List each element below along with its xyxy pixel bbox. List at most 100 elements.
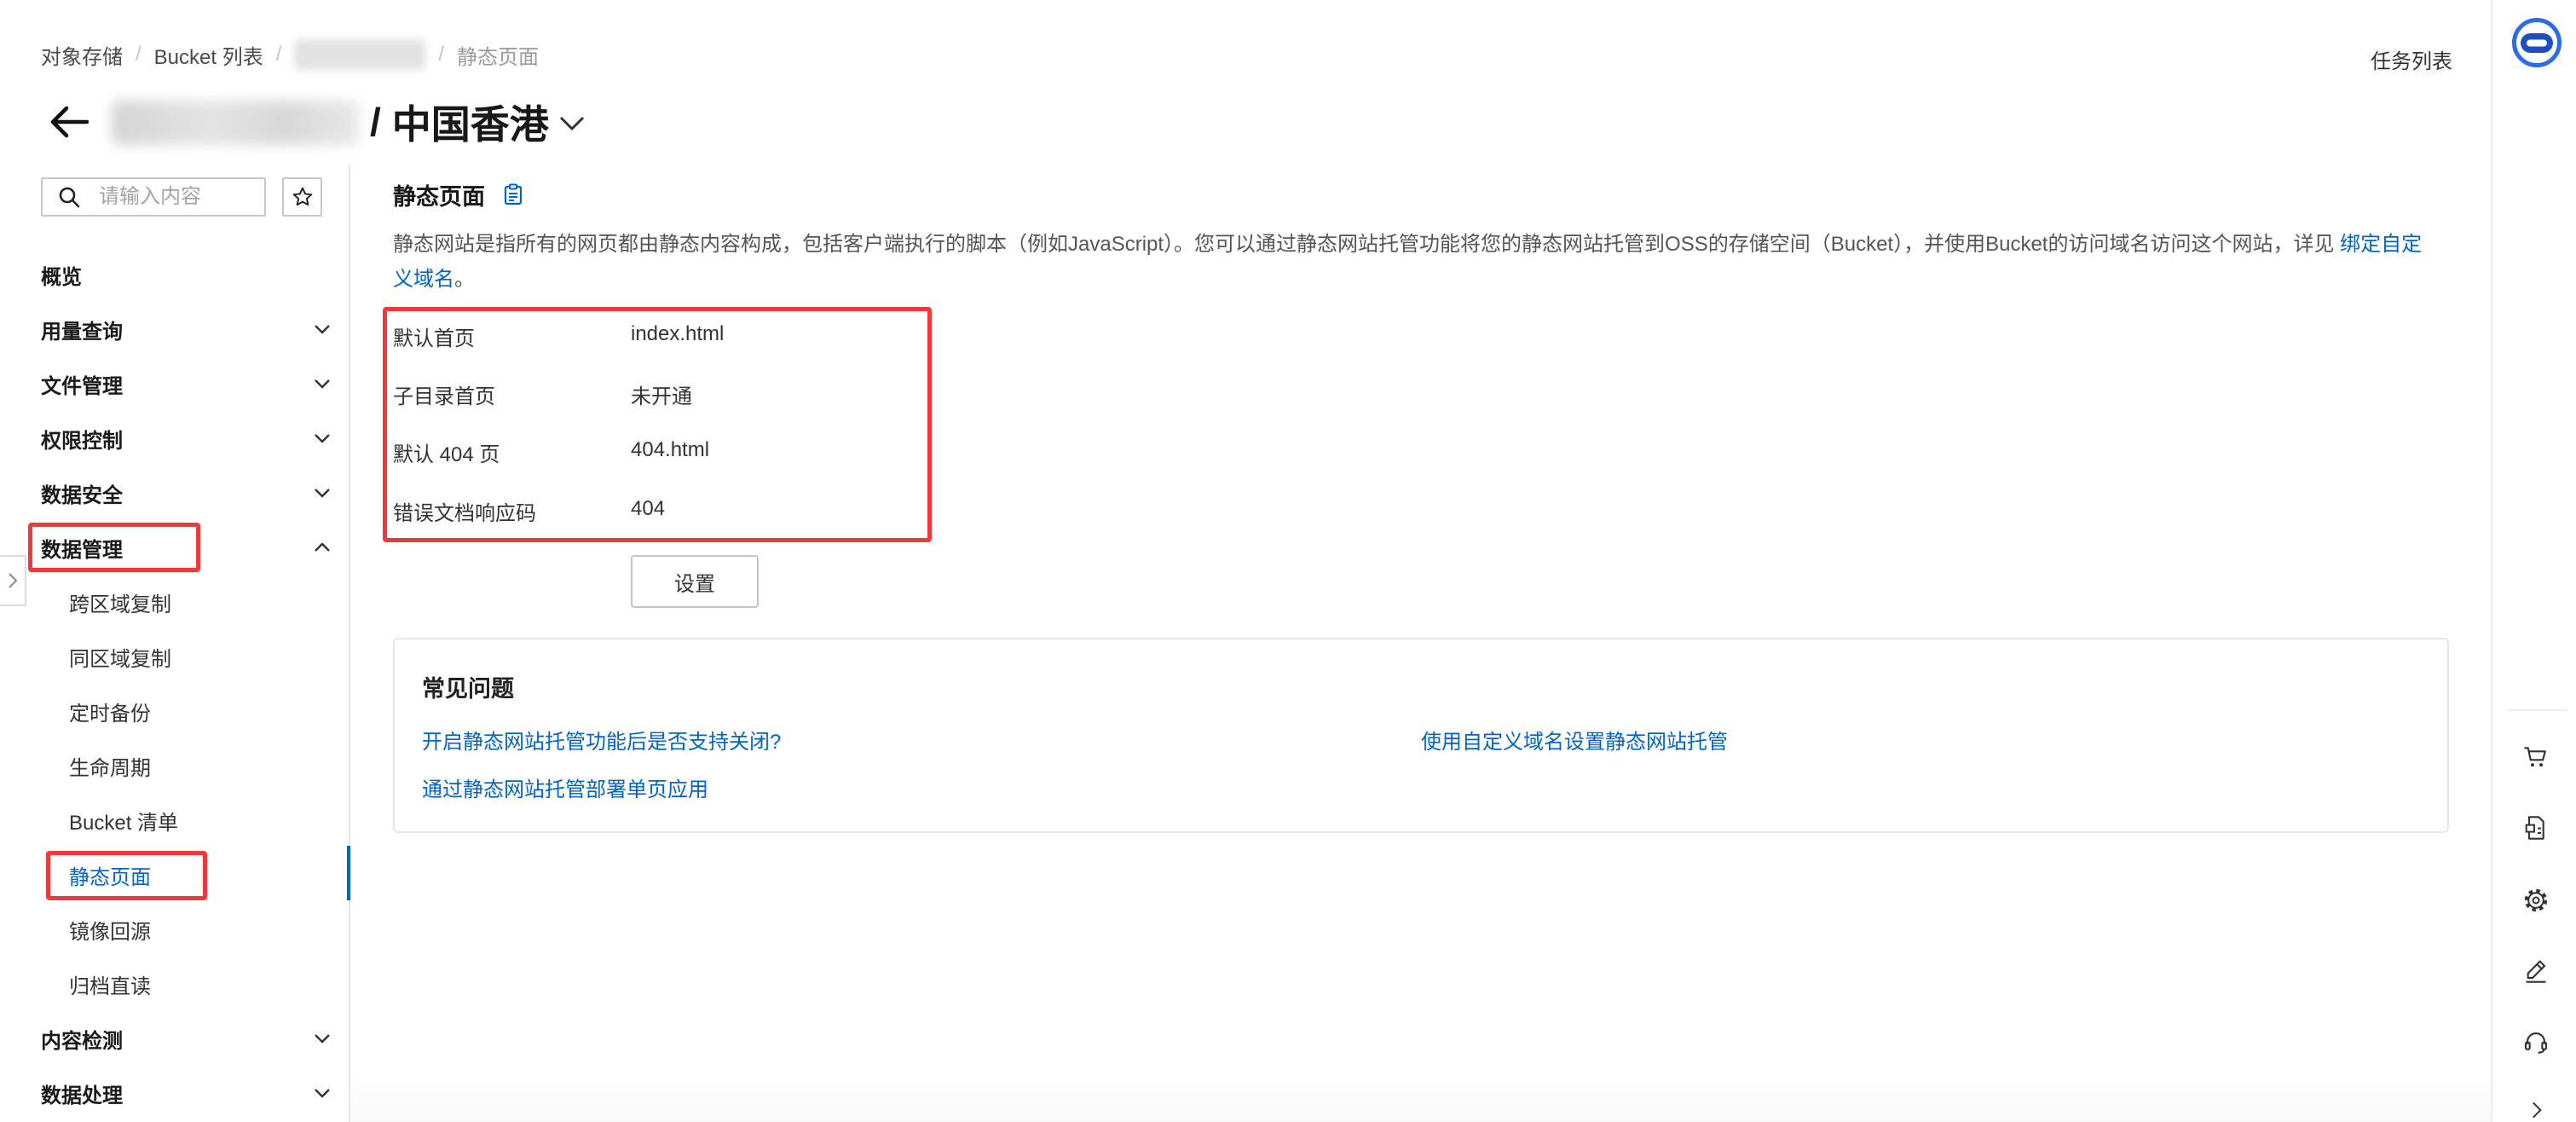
- document-icon[interactable]: [2522, 814, 2550, 842]
- headset-icon[interactable]: [2522, 1028, 2550, 1055]
- chevron-right-icon[interactable]: [2522, 1096, 2550, 1122]
- sidebar-item-overview[interactable]: 概览: [0, 247, 349, 302]
- chevron-down-icon: [313, 1087, 332, 1099]
- section-title-text: 静态页面: [393, 183, 485, 210]
- sidebar-item-label: 数据管理: [41, 538, 123, 562]
- faq-link-disable-hosting[interactable]: 开启静态网站托管功能后是否支持关闭?: [422, 725, 781, 755]
- star-icon: [292, 187, 312, 206]
- chevron-down-icon: [313, 487, 332, 499]
- sidebar-item-archive-direct-read[interactable]: 归档直读: [0, 957, 349, 1011]
- sidebar-item-bucket-inventory[interactable]: Bucket 清单: [0, 793, 349, 847]
- sidebar-item-label: 静态页面: [69, 865, 151, 889]
- sidebar-item-label: 用量查询: [41, 320, 123, 344]
- breadcrumb-object-storage[interactable]: 对象存储: [41, 40, 123, 70]
- sidebar-item-same-region-replication[interactable]: 同区域复制: [0, 629, 349, 684]
- arrow-left-icon: [50, 106, 89, 138]
- breadcrumb: 对象存储 / Bucket 列表 / / 静态页面: [41, 38, 539, 72]
- chevron-down-icon: [313, 378, 332, 390]
- sidebar-item-label: 权限控制: [41, 429, 123, 453]
- settings-label: 默认首页: [393, 327, 475, 350]
- breadcrumb-separator: /: [438, 43, 445, 66]
- sidebar-item-data-security[interactable]: 数据安全: [0, 466, 349, 520]
- faq-link-single-page-app[interactable]: 通过静态网站托管部署单页应用: [422, 772, 708, 802]
- favorite-button[interactable]: [282, 177, 322, 217]
- breadcrumb-bucket-list[interactable]: Bucket 列表: [154, 40, 263, 70]
- settings-label: 错误文档响应码: [393, 501, 536, 525]
- sidebar-border: [349, 165, 350, 1122]
- sidebar-item-label: 定时备份: [69, 702, 151, 726]
- sidebar-item-usage[interactable]: 用量查询: [0, 302, 349, 356]
- sidebar-item-label: 跨区域复制: [69, 593, 171, 616]
- section-title: 静态页面: [393, 177, 523, 211]
- sidebar-item-cross-region-replication[interactable]: 跨区域复制: [0, 575, 349, 629]
- sidebar-item-permissions[interactable]: 权限控制: [0, 411, 349, 466]
- settings-value: 404.html: [631, 438, 710, 461]
- sidebar-item-static-pages[interactable]: 静态页面: [0, 847, 349, 902]
- breadcrumb-current: 静态页面: [457, 45, 540, 69]
- sidebar-item-files[interactable]: 文件管理: [0, 356, 349, 411]
- section-description: 静态网站是指所有的网页都由静态内容构成，包括客户端执行的脚本（例如JavaScr…: [393, 227, 2439, 297]
- search-input[interactable]: [99, 179, 263, 215]
- sidebar-nav: 概览 用量查询 文件管理 权限控制 数据安全 数据管理 跨区域复制 同区域复制: [0, 247, 349, 1120]
- settings-value: 404: [631, 497, 666, 520]
- active-item-indicator: [347, 846, 350, 900]
- heading-separator: /: [370, 100, 381, 144]
- description-text: 静态网站是指所有的网页都由静态内容构成，包括客户端执行的脚本（例如JavaScr…: [393, 233, 2341, 256]
- search-icon: [58, 186, 80, 208]
- settings-label: 子目录首页: [393, 385, 495, 408]
- chevron-down-icon: [313, 323, 332, 335]
- settings-value: 未开通: [631, 385, 692, 408]
- sidebar-item-lifecycle[interactable]: 生命周期: [0, 738, 349, 793]
- chevron-up-icon: [313, 541, 332, 553]
- sidebar-item-mirror-origin[interactable]: 镜像回源: [0, 902, 349, 957]
- sidebar-item-content-detection[interactable]: 内容检测: [0, 1011, 349, 1066]
- task-list-link[interactable]: 任务列表: [2371, 44, 2452, 74]
- page-heading: / 中国香港: [370, 94, 585, 150]
- gear-icon[interactable]: [2522, 887, 2550, 914]
- sidebar-item-data-processing[interactable]: 数据处理: [0, 1066, 349, 1120]
- right-rail-border: [2491, 0, 2492, 1122]
- faq-title: 常见问题: [422, 676, 514, 702]
- sidebar-item-label: 归档直读: [69, 975, 151, 998]
- assistant-avatar-icon[interactable]: [2511, 17, 2562, 68]
- edit-icon[interactable]: [2522, 957, 2550, 985]
- cart-icon[interactable]: [2522, 743, 2550, 771]
- right-rail-divider: [2508, 709, 2567, 711]
- breadcrumb-bucket-name-redacted[interactable]: [294, 39, 426, 70]
- sidebar-collapse-toggle[interactable]: [0, 555, 26, 606]
- settings-row-error-code: 错误文档响应码 404: [393, 495, 665, 526]
- chevron-right-icon: [8, 573, 17, 588]
- settings-label: 默认 404 页: [393, 442, 500, 466]
- bottom-fade: [351, 1071, 2491, 1122]
- faq-panel: 常见问题 开启静态网站托管功能后是否支持关闭? 使用自定义域名设置静态网站托管 …: [393, 638, 2449, 833]
- description-end: 。: [454, 268, 475, 291]
- sidebar-item-scheduled-backup[interactable]: 定时备份: [0, 684, 349, 738]
- sidebar-item-label: 同区域复制: [69, 647, 171, 671]
- sidebar-item-label: Bucket 清单: [69, 811, 179, 835]
- region-label: 中国香港: [391, 102, 549, 147]
- settings-row-default-index: 默认首页 index.html: [393, 321, 724, 351]
- sidebar-item-label: 镜像回源: [69, 920, 151, 944]
- region-selector[interactable]: 中国香港: [392, 94, 585, 150]
- sidebar-item-label: 数据安全: [41, 483, 123, 507]
- sidebar-item-label: 概览: [41, 265, 82, 289]
- breadcrumb-separator: /: [136, 43, 142, 66]
- sidebar-item-label: 生命周期: [69, 756, 151, 780]
- clipboard-icon[interactable]: [504, 183, 523, 205]
- breadcrumb-separator: /: [275, 43, 282, 66]
- settings-row-subdir-index: 子目录首页 未开通: [393, 379, 692, 409]
- bucket-name-redacted: [112, 101, 359, 145]
- sidebar-item-label: 内容检测: [41, 1029, 123, 1053]
- page: 对象存储 / Bucket 列表 / / 静态页面 任务列表 / 中国香港 请输…: [0, 0, 2576, 1122]
- sidebar-item-label: 数据处理: [41, 1084, 123, 1108]
- settings-value: index.html: [631, 322, 725, 345]
- chevron-down-icon: [313, 432, 332, 444]
- back-button[interactable]: [48, 101, 90, 143]
- settings-button[interactable]: 设置: [631, 555, 759, 608]
- sidebar-search: [41, 177, 266, 217]
- chevron-down-icon: [559, 116, 585, 131]
- sidebar-item-data-management[interactable]: 数据管理: [0, 520, 349, 575]
- faq-link-custom-domain-hosting[interactable]: 使用自定义域名设置静态网站托管: [1421, 725, 1728, 755]
- chevron-down-icon: [313, 1032, 332, 1044]
- sidebar-item-label: 文件管理: [41, 374, 123, 398]
